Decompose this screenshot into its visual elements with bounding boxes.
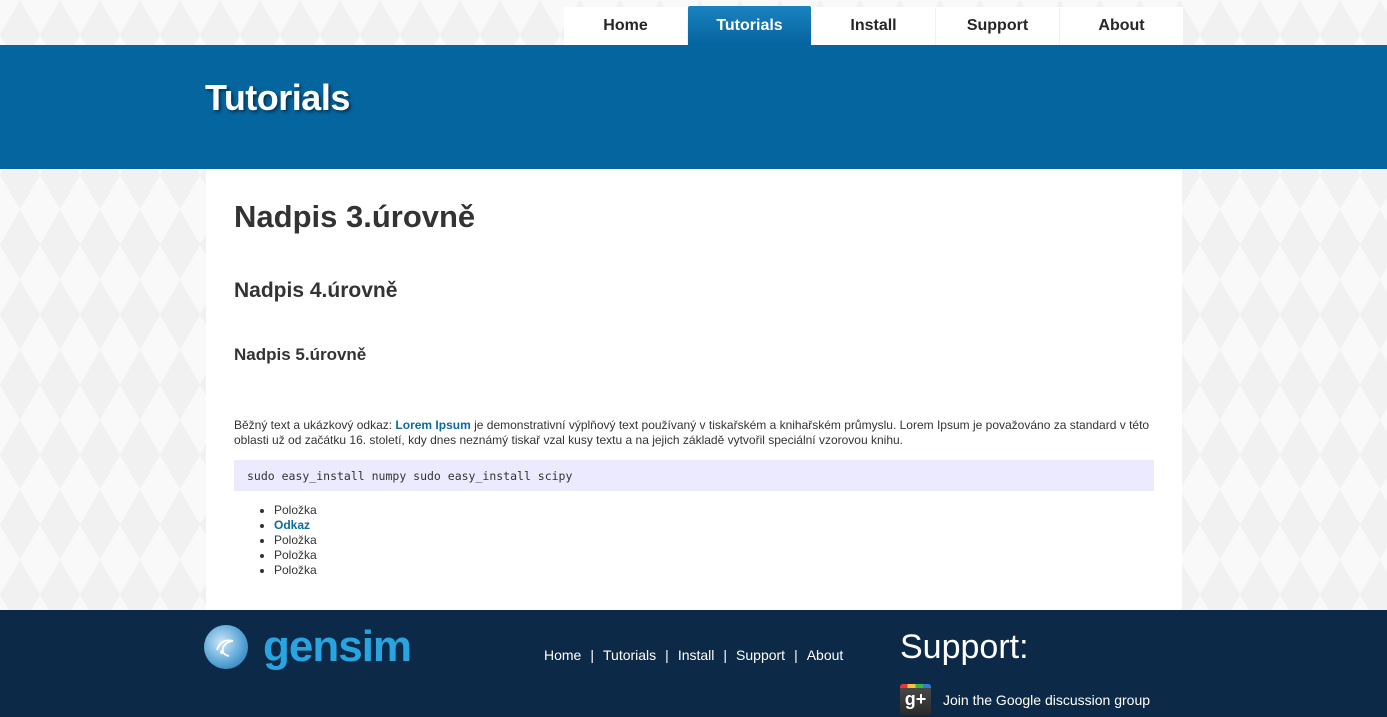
heading-level-5: Nadpis 5.úrovně xyxy=(234,345,367,364)
nav-support[interactable]: Support xyxy=(936,7,1059,45)
google-group-link[interactable]: Join the Google discussion group xyxy=(943,692,1150,708)
nav-tutorials[interactable]: Tutorials xyxy=(688,6,811,45)
footer-separator: | xyxy=(590,647,594,663)
main-content: Nadpis 3.úrovně Nadpis 4.úrovně Nadpis 5… xyxy=(206,169,1182,610)
list-item: Položka xyxy=(274,503,317,518)
heading-level-3: Nadpis 3.úrovně xyxy=(234,199,476,234)
footer-link-about[interactable]: About xyxy=(807,647,844,663)
footer: gensim Home | Tutorials | Install | Supp… xyxy=(0,610,1387,717)
nav-install[interactable]: Install xyxy=(812,7,935,45)
top-bar: Home Tutorials Install Support About xyxy=(0,0,1387,45)
logo-globe-icon xyxy=(204,625,248,669)
footer-nav: Home | Tutorials | Install | Support | A… xyxy=(544,647,843,663)
logo-text: gensim xyxy=(263,622,412,671)
bullet-list: Položka Odkaz Položka Položka Položka xyxy=(234,503,317,578)
footer-link-support[interactable]: Support xyxy=(736,647,785,663)
logo-swirl-icon xyxy=(216,639,234,657)
heading-level-4: Nadpis 4.úrovně xyxy=(234,279,398,302)
list-item-link: Odkaz xyxy=(274,518,317,533)
support-google-group[interactable]: g+ Join the Google discussion group xyxy=(900,684,1150,715)
code-block: sudo easy_install numpy sudo easy_instal… xyxy=(234,460,1154,491)
list-item: Položka xyxy=(274,563,317,578)
paragraph-text-start: Běžný text a ukázkový odkaz: xyxy=(234,418,396,432)
footer-link-tutorials[interactable]: Tutorials xyxy=(603,647,656,663)
list-item: Položka xyxy=(274,533,317,548)
page-banner: Tutorials xyxy=(0,45,1387,169)
nav-about[interactable]: About xyxy=(1060,7,1183,45)
lorem-ipsum-link[interactable]: Lorem Ipsum xyxy=(395,418,470,432)
gensim-logo[interactable]: gensim xyxy=(204,622,412,671)
footer-link-install[interactable]: Install xyxy=(678,647,715,663)
footer-link-home[interactable]: Home xyxy=(544,647,581,663)
list-item: Položka xyxy=(274,548,317,563)
main-nav: Home Tutorials Install Support About xyxy=(564,6,1183,45)
body-paragraph: Běžný text a ukázkový odkaz: Lorem Ipsum… xyxy=(234,418,1159,448)
odkaz-link[interactable]: Odkaz xyxy=(274,518,310,532)
google-plus-icon[interactable]: g+ xyxy=(900,684,931,715)
support-heading: Support: xyxy=(900,628,1029,666)
nav-home[interactable]: Home xyxy=(564,7,687,45)
footer-separator: | xyxy=(665,647,669,663)
google-plus-stripe xyxy=(900,684,931,688)
page-title: Tutorials xyxy=(205,77,350,118)
footer-separator: | xyxy=(723,647,728,663)
footer-separator: | xyxy=(794,647,798,663)
google-plus-glyph: g+ xyxy=(904,689,927,709)
